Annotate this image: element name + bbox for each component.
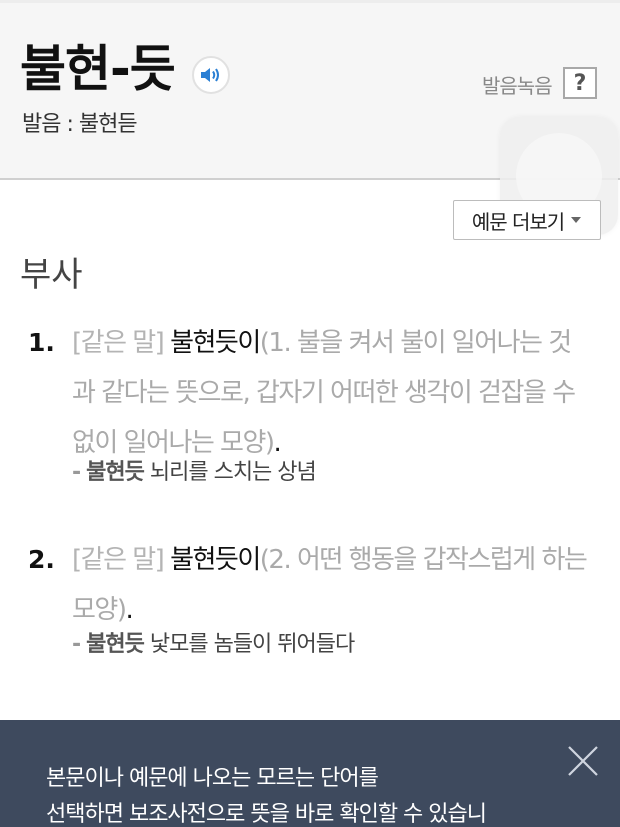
pronunciation-play-button[interactable] — [192, 56, 230, 94]
sense-number: 1. — [28, 328, 55, 357]
more-examples-button[interactable]: 예문 더보기 — [453, 200, 601, 240]
more-examples-label: 예문 더보기 — [471, 209, 565, 234]
example-dash: - — [72, 632, 81, 657]
example-sentence: - 불현듯 뇌리를 스치는 상념 — [72, 458, 317, 488]
speaker-icon — [201, 68, 219, 82]
headword: 불현-듯 — [20, 40, 176, 98]
record-pronunciation-link[interactable]: 발음녹음 — [482, 70, 553, 99]
definition-end: . — [273, 428, 282, 458]
example-text: 낯모를 놈들이 뛰어들다 — [143, 632, 355, 657]
synonym-link[interactable]: 불현듯이 — [170, 328, 261, 358]
part-of-speech: 부사 — [20, 255, 83, 295]
pronunciation-text: 발음 : 불현듣 — [22, 112, 138, 137]
synonym-tag: [같은 말] — [72, 328, 165, 358]
synonym-link[interactable]: 불현듯이 — [170, 545, 261, 575]
definition-end: . — [125, 595, 133, 625]
sense-definition: [같은 말] 불현듯이(2. 어떤 행동을 갑작스럽게 하는 모양). — [72, 535, 592, 635]
toast-message-line2: 선택하면 보조사전으로 뜻을 바로 확인할 수 있습니 — [46, 802, 487, 827]
example-headword: 불현듯 — [86, 632, 145, 657]
example-dash: - — [72, 460, 81, 485]
help-button[interactable]: ? — [563, 67, 597, 99]
sense-definition: [같은 말] 불현듯이(1. 불을 켜서 불이 일어나는 것과 같다는 뜻으로,… — [72, 318, 592, 468]
dropdown-arrow-icon — [571, 217, 582, 223]
toast-message-line1: 본문이나 예문에 나오는 모르는 단어를 — [46, 766, 379, 791]
top-strip — [0, 0, 620, 3]
close-icon[interactable] — [566, 744, 600, 778]
example-text: 뇌리를 스치는 상념 — [143, 460, 317, 485]
synonym-tag: [같은 말] — [72, 545, 165, 575]
sense-number: 2. — [28, 545, 55, 574]
example-sentence: - 불현듯 낯모를 놈들이 뛰어들다 — [72, 630, 355, 660]
tip-toast: 본문이나 예문에 나오는 모르는 단어를 선택하면 보조사전으로 뜻을 바로 확… — [0, 720, 620, 827]
example-headword: 불현듯 — [86, 460, 145, 485]
